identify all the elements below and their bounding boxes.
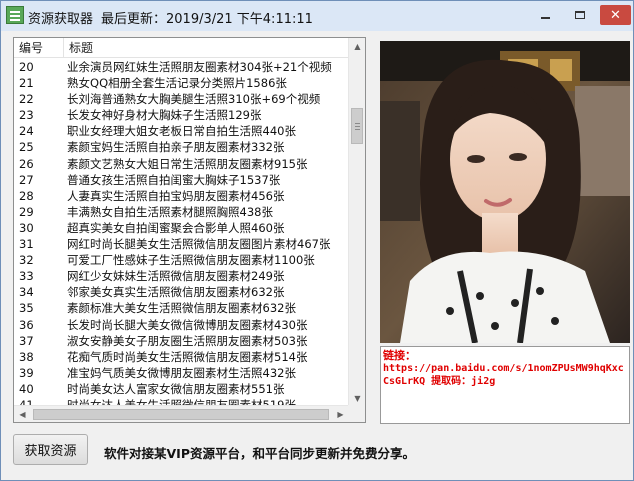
row-title: 可爱工厂性感妹子生活照微信朋友圈素材1100张 [67, 253, 315, 268]
link-label: 链接： [383, 349, 416, 362]
list-row[interactable]: 30 超真实美女自拍闺蜜聚会合影单人照460张 [14, 220, 349, 236]
row-number: 33 [19, 269, 34, 284]
scroll-right-arrow-icon[interactable]: ▶ [332, 406, 349, 422]
row-number: 26 [19, 156, 34, 171]
row-number: 29 [19, 204, 34, 219]
list-row[interactable]: 39 准宝妈气质美女微博朋友圈素材生活照432张 [14, 365, 349, 381]
fetch-resource-button[interactable]: 获取资源 [13, 434, 88, 465]
row-number: 22 [19, 92, 34, 107]
list-row[interactable]: 21 熟女QQ相册全套生活记录分类照片1586张 [14, 75, 349, 91]
row-number: 30 [19, 220, 34, 235]
close-button[interactable]: ✕ [600, 5, 631, 25]
preview-photo [380, 41, 630, 343]
last-updated-text: 最后更新：2019/3/21 下午4:11:11 [101, 12, 313, 27]
list-row[interactable]: 24 职业女经理大姐女老板日常自拍生活照440张 [14, 123, 349, 139]
list-row[interactable]: 22 长刘海普通熟女大胸美腿生活照310张+69个视频 [14, 91, 349, 107]
row-number: 28 [19, 188, 34, 203]
link-text[interactable]: https://pan.baidu.com/s/1nomZPUsMW9hqKxc… [383, 362, 627, 388]
row-number: 20 [19, 60, 34, 74]
list-row[interactable]: 33 网红少女妹妹生活照微信朋友圈素材249张 [14, 268, 349, 284]
row-number: 36 [19, 317, 34, 332]
title-bar: 资源获取器 最后更新：2019/3/21 下午4:11:11 ✕ [1, 1, 633, 31]
row-title: 普通女孩生活照自拍闺蜜大胸妹子1537张 [67, 172, 281, 187]
maximize-button[interactable] [567, 5, 593, 25]
list-row[interactable]: 38 花痴气质时尚美女生活照微信朋友圈素材514张 [14, 349, 349, 365]
list-row[interactable]: 34 邻家美女真实生活照微信朋友圈素材632张 [14, 284, 349, 300]
list-row[interactable]: 40 时尚美女达人富家女微信朋友圈素材551张 [14, 381, 349, 397]
row-title: 长发女神好身材大胸妹子生活照129张 [67, 108, 262, 123]
row-number: 31 [19, 237, 34, 252]
list-row[interactable]: 27 普通女孩生活照自拍闺蜜大胸妹子1537张 [14, 172, 349, 188]
list-row[interactable]: 20 业余演员网红妹生活照朋友圈素材304张+21个视频 [14, 59, 349, 75]
list-row[interactable]: 36 长发时尚长腿大美女微信微博朋友圈素材430张 [14, 317, 349, 333]
list-row[interactable]: 25 素颜宝妈生活照自拍亲子朋友圈素材332张 [14, 139, 349, 155]
row-number: 38 [19, 349, 34, 364]
row-title: 素颜文艺熟女大姐日常生活照朋友圈素材915张 [67, 156, 308, 171]
list-header: 编号 标题 [14, 38, 349, 58]
row-title: 长发时尚长腿大美女微信微博朋友圈素材430张 [67, 317, 308, 332]
resource-list[interactable]: 编号 标题 20 业余演员网红妹生活照朋友圈素材304张+21个视频 21 熟女QQ相… [13, 37, 366, 423]
horizontal-scroll-thumb[interactable] [33, 409, 329, 420]
row-title: 丰满熟女自拍生活照素材腿照胸照438张 [67, 204, 273, 219]
list-row[interactable]: 23 长发女神好身材大胸妹子生活照129张 [14, 107, 349, 123]
list-row[interactable]: 35 素颜标准大美女生活照微信朋友圈素材632张 [14, 300, 349, 316]
scroll-left-arrow-icon[interactable]: ◀ [14, 406, 31, 422]
row-title: 长刘海普通熟女大胸美腿生活照310张+69个视频 [67, 92, 321, 107]
row-number: 27 [19, 172, 34, 187]
row-title: 时尚美女达人富家女微信朋友圈素材551张 [67, 381, 285, 396]
column-header-title[interactable]: 标题 [64, 38, 349, 58]
list-row[interactable]: 31 网红时尚长腿美女生活照微信朋友圈图片素材467张 [14, 236, 349, 252]
link-textbox[interactable]: 链接： https://pan.baidu.com/s/1nomZPUsMW9h… [380, 346, 630, 424]
row-title: 熟女QQ相册全套生活记录分类照片1586张 [67, 76, 287, 91]
row-title: 素颜宝妈生活照自拍亲子朋友圈素材332张 [67, 140, 285, 155]
close-icon: ✕ [610, 7, 621, 23]
column-header-number[interactable]: 编号 [14, 38, 64, 58]
scrollbar-corner [348, 405, 365, 422]
maximize-icon [575, 11, 585, 19]
list-row[interactable]: 29 丰满熟女自拍生活照素材腿照胸照438张 [14, 204, 349, 220]
row-title: 网红少女妹妹生活照微信朋友圈素材249张 [67, 269, 285, 284]
row-title: 素颜标准大美女生活照微信朋友圈素材632张 [67, 301, 296, 316]
app-window: 资源获取器 最后更新：2019/3/21 下午4:11:11 ✕ 编号 标题 2… [0, 0, 634, 481]
row-title: 准宝妈气质美女微博朋友圈素材生活照432张 [67, 365, 296, 380]
list-row[interactable]: 26 素颜文艺熟女大姐日常生活照朋友圈素材915张 [14, 156, 349, 172]
vertical-scrollbar[interactable]: ▲ ▼ [348, 38, 365, 407]
row-title: 业余演员网红妹生活照朋友圈素材304张+21个视频 [67, 60, 332, 74]
list-body: 20 业余演员网红妹生活照朋友圈素材304张+21个视频 21 熟女QQ相册全套生活记… [14, 59, 349, 409]
list-row[interactable]: 37 淑女安静美女子朋友圈生活照朋友圈素材503张 [14, 333, 349, 349]
row-title: 职业女经理大姐女老板日常自拍生活照440张 [67, 124, 296, 139]
row-number: 35 [19, 301, 34, 316]
row-title: 淑女安静美女子朋友圈生活照朋友圈素材503张 [67, 333, 308, 348]
app-title: 资源获取器 [28, 12, 94, 27]
row-number: 34 [19, 285, 34, 300]
scroll-up-arrow-icon[interactable]: ▲ [349, 38, 365, 55]
row-title: 超真实美女自拍闺蜜聚会合影单人照460张 [67, 220, 285, 235]
footer-note: 软件对接某VIP资源平台，和平台同步更新并免费分享。 [104, 446, 415, 461]
row-number: 40 [19, 381, 34, 396]
list-row[interactable]: 32 可爱工厂性感妹子生活照微信朋友圈素材1100张 [14, 252, 349, 268]
minimize-button[interactable] [532, 5, 558, 25]
row-number: 21 [19, 76, 34, 91]
vertical-scroll-thumb[interactable] [351, 108, 363, 144]
minimize-icon [540, 17, 550, 19]
row-number: 23 [19, 108, 34, 123]
row-number: 39 [19, 365, 34, 380]
app-icon [6, 6, 24, 24]
list-row[interactable]: 28 人妻真实生活照自拍宝妈朋友圈素材456张 [14, 188, 349, 204]
horizontal-scrollbar[interactable]: ◀ ▶ [14, 405, 349, 422]
row-number: 37 [19, 333, 34, 348]
row-number: 24 [19, 124, 34, 139]
row-title: 网红时尚长腿美女生活照微信朋友圈图片素材467张 [67, 237, 331, 252]
row-title: 邻家美女真实生活照微信朋友圈素材632张 [67, 285, 285, 300]
row-number: 32 [19, 253, 34, 268]
row-title: 花痴气质时尚美女生活照微信朋友圈素材514张 [67, 349, 308, 364]
row-number: 25 [19, 140, 34, 155]
row-title: 人妻真实生活照自拍宝妈朋友圈素材456张 [67, 188, 285, 203]
